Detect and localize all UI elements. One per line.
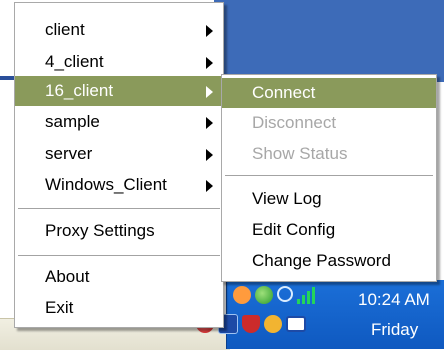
menu-item-16-client[interactable]: 16_client	[15, 76, 223, 106]
messenger-icon[interactable]	[264, 315, 282, 333]
search-icon[interactable]	[277, 286, 293, 302]
submenu-arrow-icon	[206, 57, 213, 69]
tray-day[interactable]: Friday	[371, 320, 418, 340]
submenu-item-view-log[interactable]: View Log	[222, 184, 436, 214]
menu-item-label: client	[45, 20, 85, 39]
submenu-item-disconnect[interactable]: Disconnect	[222, 108, 436, 138]
menu-item-server[interactable]: server	[15, 139, 223, 169]
menu-item-client[interactable]: client	[15, 15, 223, 45]
menu-item-label: server	[45, 144, 93, 163]
shield-icon[interactable]	[242, 315, 260, 333]
tray-status-icon[interactable]	[255, 286, 273, 304]
menu-item-label: Windows_Client	[45, 175, 167, 194]
menu-item-windows-client[interactable]: Windows_Client	[15, 170, 223, 200]
menu-item-about[interactable]: About	[15, 262, 223, 292]
menu-separator	[18, 208, 220, 209]
menu-separator	[18, 255, 220, 256]
display-icon[interactable]	[286, 316, 306, 332]
submenu-arrow-icon	[206, 149, 213, 161]
menu-item-label: sample	[45, 112, 100, 131]
menu-item-sample[interactable]: sample	[15, 107, 223, 137]
tray-clock[interactable]: 10:24 AM	[358, 290, 430, 310]
submenu-arrow-icon	[206, 86, 213, 98]
submenu-arrow-icon	[206, 180, 213, 192]
desktop-background	[214, 0, 444, 82]
menu-separator	[225, 175, 433, 176]
submenu-arrow-icon	[206, 25, 213, 37]
menu-item-proxy-settings[interactable]: Proxy Settings	[15, 216, 223, 246]
client-submenu: Connect Disconnect Show Status View Log …	[221, 74, 437, 282]
menu-item-label: 4_client	[45, 52, 104, 71]
menu-item-4-client[interactable]: 4_client	[15, 47, 223, 77]
submenu-arrow-icon	[206, 117, 213, 129]
submenu-item-edit-config[interactable]: Edit Config	[222, 215, 436, 245]
signal-icon[interactable]	[297, 286, 317, 304]
menu-item-exit[interactable]: Exit	[15, 293, 223, 323]
submenu-item-connect[interactable]: Connect	[222, 78, 436, 108]
submenu-item-change-password[interactable]: Change Password	[222, 246, 436, 276]
menu-item-label: 16_client	[45, 81, 114, 100]
submenu-item-show-status[interactable]: Show Status	[222, 139, 436, 169]
window-edge	[0, 76, 14, 80]
tray-app-icon[interactable]	[233, 286, 251, 304]
tray-context-menu: client 4_client 16_client sample server …	[14, 2, 224, 328]
tray-icons-row-top	[233, 286, 317, 304]
